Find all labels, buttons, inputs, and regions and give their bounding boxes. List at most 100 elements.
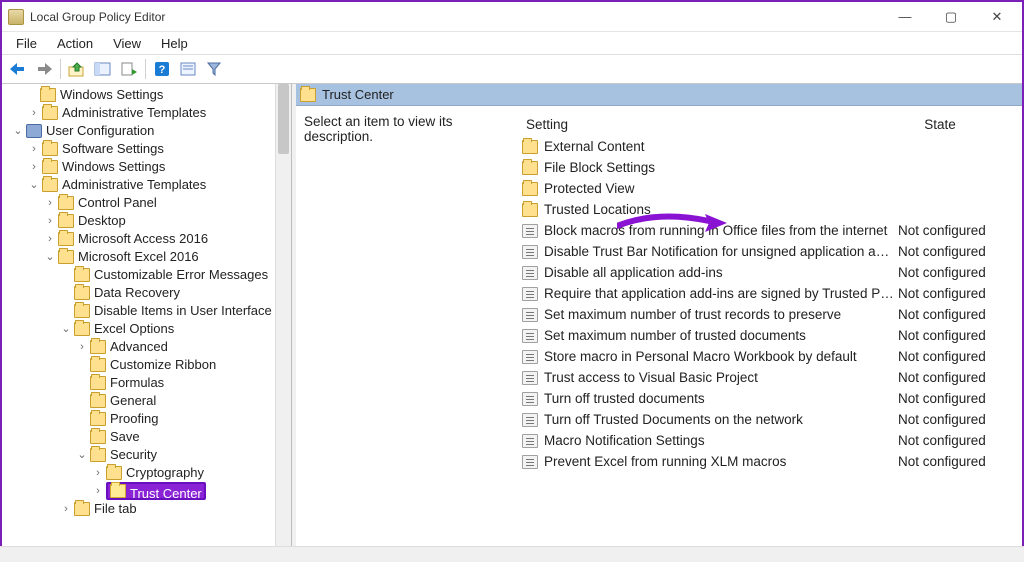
- list-folder[interactable]: External Content: [522, 136, 1018, 157]
- tree-item[interactable]: ⌄Microsoft Excel 2016: [2, 248, 291, 266]
- tree-item[interactable]: Customize Ribbon: [2, 356, 291, 374]
- collapse-icon[interactable]: ⌄: [74, 446, 90, 464]
- tree-item[interactable]: Customizable Error Messages: [2, 266, 291, 284]
- tree-item[interactable]: Data Recovery: [2, 284, 291, 302]
- list-policy[interactable]: Turn off Trusted Documents on the networ…: [522, 409, 1018, 430]
- titlebar[interactable]: Local Group Policy Editor — ▢ ✕: [2, 2, 1022, 32]
- list-policy[interactable]: Macro Notification SettingsNot configure…: [522, 430, 1018, 451]
- tree-item[interactable]: ⌄User Configuration: [2, 122, 291, 140]
- up-level-button[interactable]: [65, 58, 89, 80]
- close-button[interactable]: ✕: [974, 3, 1020, 31]
- folder-icon: [40, 88, 56, 102]
- tree-item[interactable]: ›Advanced: [2, 338, 291, 356]
- tree-item[interactable]: General: [2, 392, 291, 410]
- collapse-icon[interactable]: ⌄: [26, 176, 42, 194]
- window-title: Local Group Policy Editor: [30, 10, 882, 24]
- tree-item[interactable]: ⌄Administrative Templates: [2, 176, 291, 194]
- list-folder[interactable]: Trusted Locations: [522, 199, 1018, 220]
- list-policy[interactable]: Set maximum number of trusted documentsN…: [522, 325, 1018, 346]
- expand-icon[interactable]: ›: [58, 500, 74, 518]
- folder-icon: [42, 142, 58, 156]
- tree-item[interactable]: Windows Settings: [2, 86, 291, 104]
- list-policy[interactable]: Trust access to Visual Basic ProjectNot …: [522, 367, 1018, 388]
- tree-item[interactable]: ›Cryptography: [2, 464, 291, 482]
- menu-action[interactable]: Action: [47, 34, 103, 53]
- description-prompt: Select an item to view its description.: [304, 114, 453, 144]
- tree-item[interactable]: Proofing: [2, 410, 291, 428]
- list-columns[interactable]: Setting State: [522, 114, 1018, 136]
- list-policy[interactable]: Prevent Excel from running XLM macrosNot…: [522, 451, 1018, 472]
- col-setting[interactable]: Setting: [522, 117, 892, 132]
- expand-icon[interactable]: ›: [26, 158, 42, 176]
- collapse-icon[interactable]: ⌄: [42, 248, 58, 266]
- item-name: Disable all application add-ins: [544, 262, 894, 283]
- filter-button[interactable]: [202, 58, 226, 80]
- collapse-icon[interactable]: ⌄: [58, 320, 74, 338]
- tree-item[interactable]: ›Software Settings: [2, 140, 291, 158]
- col-state[interactable]: State: [892, 117, 988, 132]
- folder-icon: [74, 268, 90, 282]
- tree-item[interactable]: ›Administrative Templates: [2, 104, 291, 122]
- maximize-button[interactable]: ▢: [928, 3, 974, 31]
- properties-button[interactable]: [176, 58, 200, 80]
- collapse-icon[interactable]: ⌄: [10, 122, 26, 140]
- show-hide-tree-button[interactable]: [91, 58, 115, 80]
- tree-scrollbar[interactable]: [275, 84, 291, 560]
- tree-item[interactable]: ⌄Security: [2, 446, 291, 464]
- list-policy[interactable]: Disable all application add-insNot confi…: [522, 262, 1018, 283]
- back-button[interactable]: [6, 58, 30, 80]
- expand-icon[interactable]: ›: [90, 482, 106, 500]
- item-name: Turn off Trusted Documents on the networ…: [544, 409, 894, 430]
- folder-icon: [106, 466, 122, 480]
- item-state: Not configured: [894, 430, 990, 451]
- item-state: Not configured: [894, 325, 990, 346]
- settings-list: Setting State External ContentFile Block…: [522, 114, 1018, 556]
- item-name: Turn off trusted documents: [544, 388, 894, 409]
- details-title: Trust Center: [322, 87, 394, 102]
- list-policy[interactable]: Block macros from running in Office file…: [522, 220, 1018, 241]
- item-state: Not configured: [894, 283, 990, 304]
- list-folder[interactable]: Protected View: [522, 178, 1018, 199]
- tree-item-selected[interactable]: ›Trust Center: [2, 482, 291, 500]
- item-state: Not configured: [894, 388, 990, 409]
- menu-file[interactable]: File: [6, 34, 47, 53]
- expand-icon[interactable]: ›: [42, 212, 58, 230]
- expand-icon[interactable]: ›: [74, 338, 90, 356]
- expand-icon[interactable]: ›: [42, 230, 58, 248]
- menu-view[interactable]: View: [103, 34, 151, 53]
- list-policy[interactable]: Turn off trusted documentsNot configured: [522, 388, 1018, 409]
- folder-icon: [522, 182, 538, 196]
- tree-item[interactable]: ›Control Panel: [2, 194, 291, 212]
- expand-icon[interactable]: ›: [26, 140, 42, 158]
- tree-item[interactable]: ›Windows Settings: [2, 158, 291, 176]
- list-policy[interactable]: Store macro in Personal Macro Workbook b…: [522, 346, 1018, 367]
- tree-item[interactable]: Disable Items in User Interface: [2, 302, 291, 320]
- list-policy[interactable]: Disable Trust Bar Notification for unsig…: [522, 241, 1018, 262]
- item-state: Not configured: [894, 262, 990, 283]
- tree-item[interactable]: Save: [2, 428, 291, 446]
- horizontal-scrollbar[interactable]: [0, 546, 1024, 562]
- expand-icon[interactable]: ›: [42, 194, 58, 212]
- list-folder[interactable]: File Block Settings: [522, 157, 1018, 178]
- expand-icon[interactable]: ›: [90, 464, 106, 482]
- tree-item[interactable]: ⌄Excel Options: [2, 320, 291, 338]
- folder-icon: [522, 161, 538, 175]
- folder-icon: [58, 232, 74, 246]
- export-list-button[interactable]: [117, 58, 141, 80]
- item-name: Trusted Locations: [544, 199, 894, 220]
- menu-help[interactable]: Help: [151, 34, 198, 53]
- list-policy[interactable]: Set maximum number of trust records to p…: [522, 304, 1018, 325]
- tree-item[interactable]: ›Desktop: [2, 212, 291, 230]
- list-policy[interactable]: Require that application add-ins are sig…: [522, 283, 1018, 304]
- content-area: Windows Settings ›Administrative Templat…: [2, 84, 1022, 560]
- tree-item[interactable]: ›File tab: [2, 500, 291, 518]
- help-button[interactable]: ?: [150, 58, 174, 80]
- tree-item[interactable]: ›Microsoft Access 2016: [2, 230, 291, 248]
- folder-icon: [522, 203, 538, 217]
- tree-item[interactable]: Formulas: [2, 374, 291, 392]
- expand-icon[interactable]: ›: [26, 104, 42, 122]
- minimize-button[interactable]: —: [882, 3, 928, 31]
- app-icon: [8, 9, 24, 25]
- item-name: Trust access to Visual Basic Project: [544, 367, 894, 388]
- forward-button[interactable]: [32, 58, 56, 80]
